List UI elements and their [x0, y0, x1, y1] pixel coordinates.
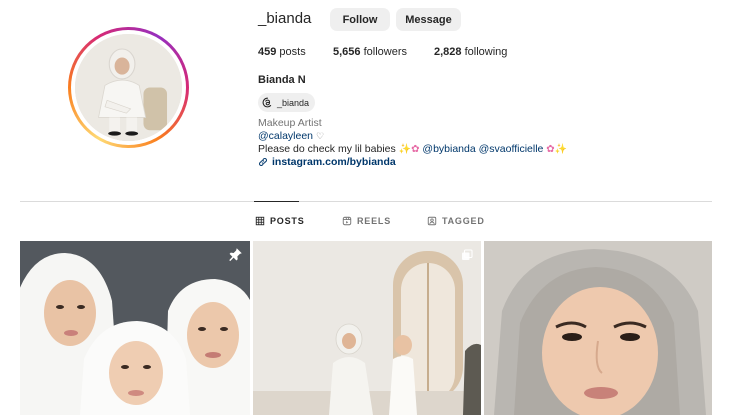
post-photo-portrait	[484, 241, 712, 415]
threads-badge[interactable]: _bianda	[258, 93, 316, 112]
sparkles-icon: ✨	[554, 144, 568, 155]
carousel-icon	[462, 249, 473, 260]
followers-count: 5,656	[333, 46, 361, 58]
threads-handle: _bianda	[277, 97, 310, 108]
tab-posts[interactable]: POSTS	[255, 216, 305, 226]
bio-text-line: Please do check my lil babies ✨✿ @bybian…	[258, 143, 567, 155]
followers-stat[interactable]: 5,656 followers	[333, 46, 407, 58]
pin-icon	[229, 248, 242, 262]
bio-handle-link[interactable]: @calayleen	[258, 130, 313, 142]
bio-handle-line: @calayleen ♡	[258, 130, 324, 142]
active-tab-indicator	[254, 201, 299, 202]
tab-posts-label: POSTS	[270, 216, 305, 226]
profile-category: Makeup Artist	[258, 117, 322, 129]
post-thumbnail[interactable]	[484, 241, 712, 415]
tab-tagged[interactable]: TAGGED	[427, 216, 485, 226]
post-photo-three-women	[20, 241, 250, 415]
flower-icon: ✿	[411, 144, 420, 155]
tagged-icon	[427, 216, 437, 226]
posts-label: posts	[276, 46, 306, 58]
follow-button[interactable]: Follow	[330, 8, 390, 31]
message-button[interactable]: Message	[396, 8, 461, 31]
profile-avatar-ring[interactable]	[68, 27, 189, 148]
following-stat[interactable]: 2,828 following	[434, 46, 507, 58]
bio-mention-2[interactable]: @svaofficielle	[479, 143, 544, 155]
tab-reels[interactable]: REELS	[342, 216, 391, 226]
post-thumbnail[interactable]	[20, 241, 250, 415]
threads-icon	[262, 97, 272, 108]
link-icon	[259, 158, 267, 166]
following-label: following	[461, 46, 508, 58]
profile-username: _bianda	[258, 10, 312, 27]
flower-icon: ✿	[546, 144, 555, 155]
grid-icon	[255, 216, 265, 226]
tab-reels-label: REELS	[357, 216, 392, 226]
following-count: 2,828	[434, 46, 462, 58]
tab-tagged-label: TAGGED	[442, 216, 485, 226]
avatar-photo	[75, 34, 182, 141]
reels-icon	[342, 216, 352, 226]
profile-link[interactable]: instagram.com/bybianda	[258, 156, 396, 168]
bio-text: Please do check my lil babies	[258, 143, 399, 155]
post-photo-mother-child	[253, 241, 481, 415]
bio-mention-1[interactable]: @bybianda	[422, 143, 475, 155]
profile-link-text: instagram.com/bybianda	[272, 156, 396, 168]
followers-label: followers	[360, 46, 407, 58]
heart-icon: ♡	[315, 131, 325, 141]
posts-count: 459	[258, 46, 277, 58]
profile-full-name: Bianda N	[258, 74, 306, 86]
avatar-gap	[71, 30, 186, 145]
avatar[interactable]	[75, 34, 182, 141]
posts-stat: 459 posts	[258, 46, 306, 58]
sparkles-icon: ✨	[398, 144, 412, 155]
tabs-divider	[20, 201, 712, 202]
post-thumbnail[interactable]	[253, 241, 481, 415]
